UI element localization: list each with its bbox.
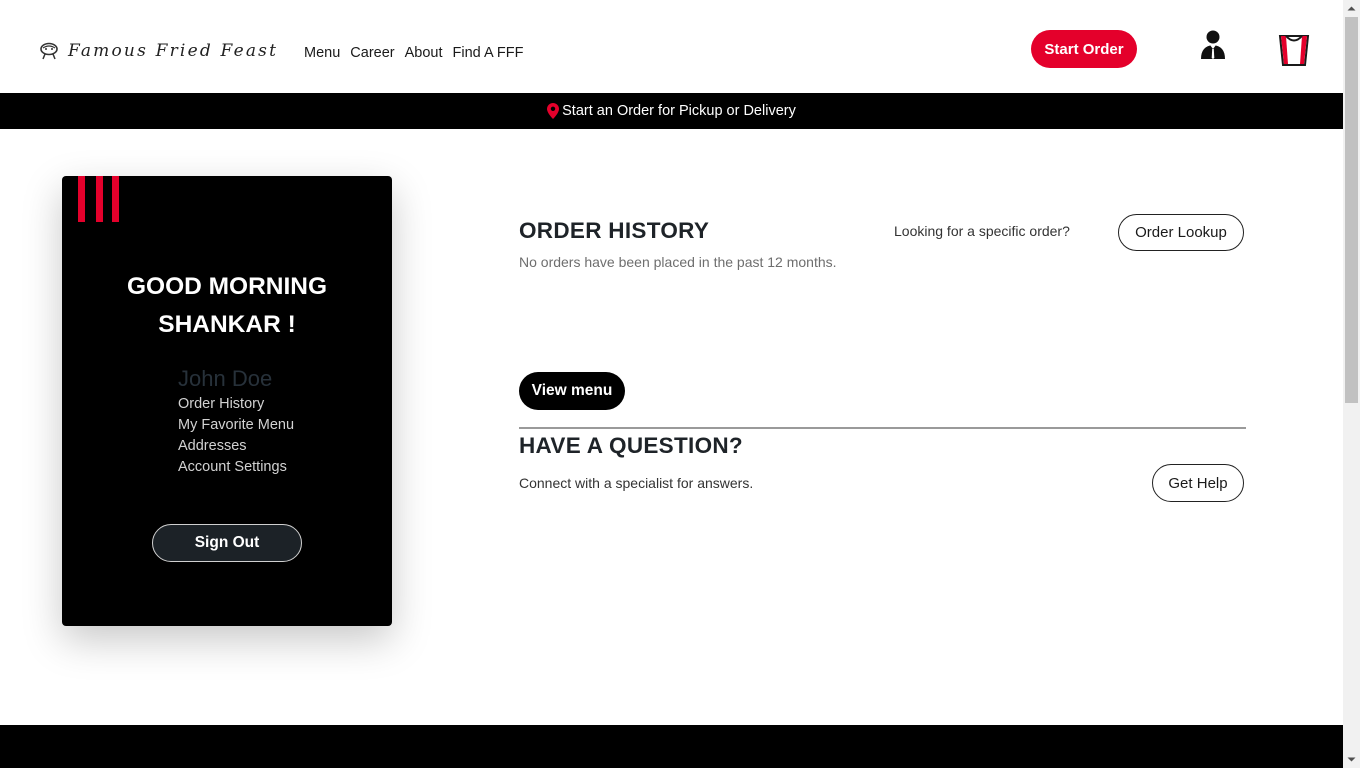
brand-stripe (96, 176, 103, 222)
nav-menu[interactable]: Menu (304, 45, 340, 61)
user-account-icon[interactable] (1199, 29, 1227, 59)
scroll-down-arrow-icon[interactable] (1343, 751, 1360, 768)
help-title: HAVE A QUESTION? (519, 433, 743, 458)
greeting-heading: GOOD MORNING SHANKAR ! (62, 268, 392, 344)
scroll-up-arrow-icon[interactable] (1343, 0, 1360, 17)
order-banner: Start an Order for Pickup or Delivery (0, 93, 1343, 129)
brand-name: Famous Fried Feast (68, 41, 279, 61)
get-help-button[interactable]: Get Help (1152, 464, 1244, 502)
section-divider (519, 427, 1246, 429)
brand-stripe (112, 176, 119, 222)
profile-name: John Doe (178, 366, 273, 391)
account-link-favorite-menu[interactable]: My Favorite Menu (178, 415, 294, 436)
sign-out-button[interactable]: Sign Out (152, 524, 302, 562)
start-order-link[interactable]: Start an Order for Pickup or Delivery (562, 103, 796, 119)
page: Famous Fried Feast Menu Career About Fin… (0, 0, 1343, 768)
fried-chicken-logo-icon (40, 42, 58, 60)
account-link-settings[interactable]: Account Settings (178, 457, 294, 478)
location-pin-icon (547, 103, 560, 119)
scrollbar-thumb[interactable] (1345, 17, 1358, 403)
order-lookup-prompt: Looking for a specific order? (894, 223, 1070, 239)
start-order-button[interactable]: Start Order (1031, 30, 1137, 68)
site-footer (0, 725, 1343, 768)
nav-career[interactable]: Career (350, 45, 394, 61)
account-link-addresses[interactable]: Addresses (178, 436, 294, 457)
main-nav: Menu Career About Find A FFF (304, 45, 523, 61)
greeting-user: SHANKAR ! (158, 311, 296, 338)
site-header: Famous Fried Feast Menu Career About Fin… (0, 0, 1343, 93)
bucket-cart-icon[interactable] (1278, 33, 1310, 66)
view-menu-button[interactable]: View menu (519, 372, 625, 410)
order-history-empty-text: No orders have been placed in the past 1… (519, 254, 837, 270)
nav-about[interactable]: About (405, 45, 443, 61)
profile-card: GOOD MORNING SHANKAR ! John Doe Order Hi… (62, 176, 392, 626)
order-lookup-button[interactable]: Order Lookup (1118, 214, 1244, 251)
account-nav: Order History My Favorite Menu Addresses… (178, 394, 294, 478)
brand-logo[interactable]: Famous Fried Feast (38, 40, 278, 62)
vertical-scrollbar[interactable] (1343, 0, 1360, 768)
help-subtitle: Connect with a specialist for answers. (519, 475, 754, 491)
brand-stripe (78, 176, 85, 222)
account-link-order-history[interactable]: Order History (178, 394, 294, 415)
nav-find-a-fff[interactable]: Find A FFF (453, 45, 524, 61)
order-history-title: ORDER HISTORY (519, 218, 710, 243)
greeting-line: GOOD MORNING (126, 273, 328, 300)
